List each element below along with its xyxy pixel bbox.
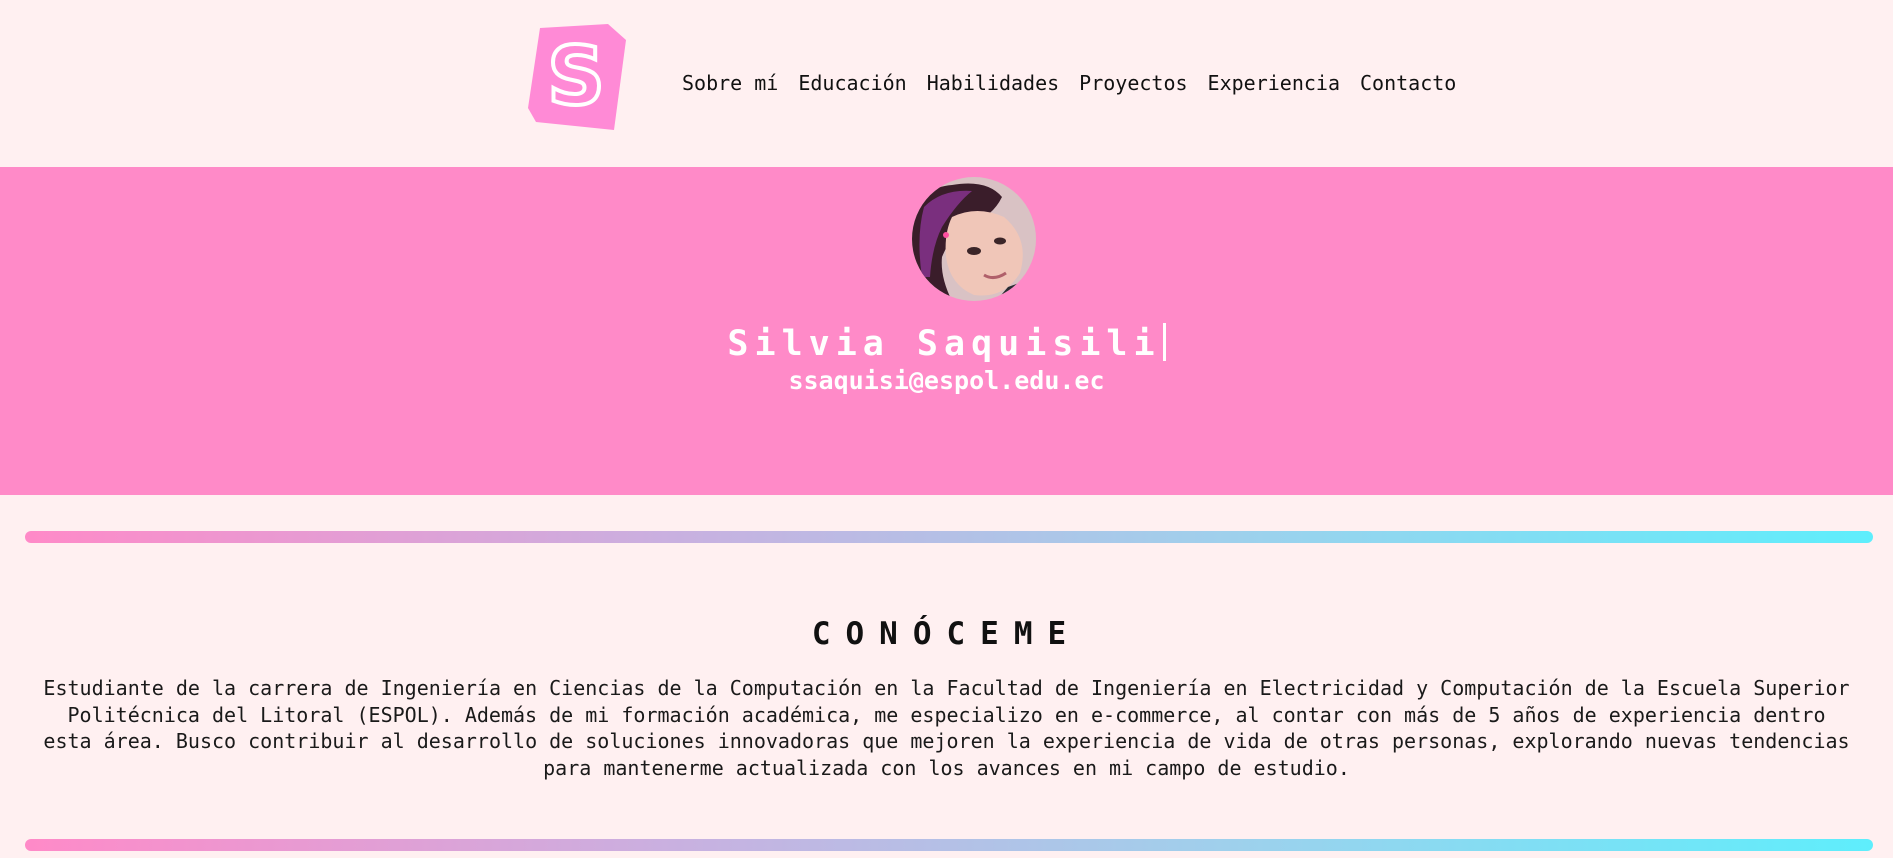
typing-cursor bbox=[1162, 323, 1166, 362]
gradient-divider bbox=[25, 839, 1873, 851]
about-paragraph: Estudiante de la carrera de Ingeniería e… bbox=[43, 676, 1850, 780]
nav-link-educacion[interactable]: Educación bbox=[798, 71, 906, 95]
profile-name: Silvia Saquisili bbox=[0, 323, 1893, 364]
avatar bbox=[912, 177, 1036, 301]
nav-link-habilidades[interactable]: Habilidades bbox=[927, 71, 1059, 95]
nav-link-sobre-mi[interactable]: Sobre mí bbox=[682, 71, 778, 95]
nav-link-experiencia[interactable]: Experiencia bbox=[1208, 71, 1340, 95]
nav-link-contacto[interactable]: Contacto bbox=[1360, 71, 1456, 95]
top-header: S Sobre mí Educación Habilidades Proyect… bbox=[0, 0, 1893, 167]
nav-link-proyectos[interactable]: Proyectos bbox=[1079, 71, 1187, 95]
profile-email[interactable]: ssaquisi@espol.edu.ec bbox=[0, 366, 1893, 395]
main-nav: Sobre mí Educación Habilidades Proyectos… bbox=[682, 70, 1456, 96]
gradient-divider bbox=[25, 531, 1873, 543]
section-title-conoceme: CONÓCEME bbox=[811, 615, 1082, 652]
logo-icon[interactable]: S bbox=[526, 24, 630, 134]
logo-letter: S bbox=[547, 30, 605, 123]
profile-photo-icon bbox=[912, 177, 1036, 301]
